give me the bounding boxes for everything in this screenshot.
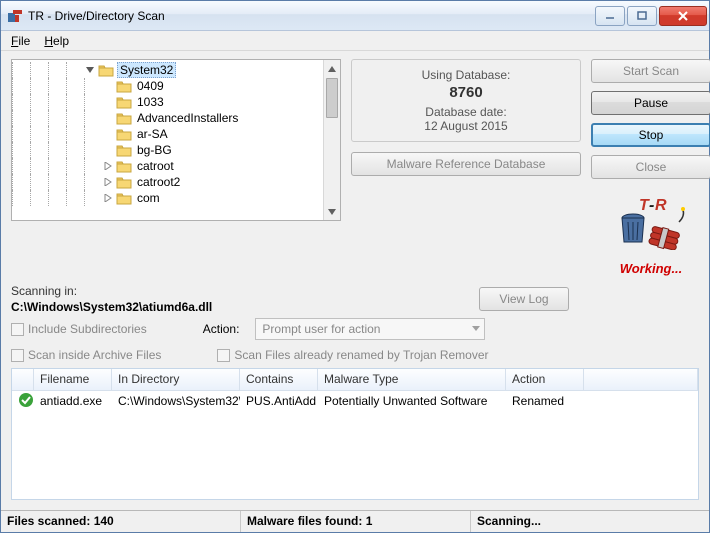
include-subdirs-checkbox: Include Subdirectories xyxy=(11,322,147,336)
chevron-down-icon xyxy=(472,326,480,332)
action-label: Action: xyxy=(203,322,240,336)
tree-item[interactable]: ar-SA xyxy=(12,126,323,142)
stop-button[interactable]: Stop xyxy=(591,123,710,147)
scroll-thumb[interactable] xyxy=(326,78,338,118)
tr-logo-icon: T - R xyxy=(591,195,710,251)
row-status-icon xyxy=(12,390,34,413)
expander-icon[interactable] xyxy=(102,144,114,156)
tree-item[interactable]: catroot2 xyxy=(12,174,323,190)
tree-scrollbar[interactable] xyxy=(323,60,340,220)
scroll-down-icon[interactable] xyxy=(324,203,340,220)
tree-item-label: 0409 xyxy=(135,79,166,93)
app-icon xyxy=(7,8,23,24)
db-number: 8760 xyxy=(356,84,576,101)
col-malware-type[interactable]: Malware Type xyxy=(318,369,506,390)
menubar: File Help xyxy=(1,31,709,51)
scan-archive-checkbox: Scan inside Archive Files xyxy=(11,348,161,362)
directory-tree[interactable]: System320409 1033 AdvancedInstallers ar-SA b… xyxy=(11,59,341,221)
col-directory[interactable]: In Directory xyxy=(112,369,240,390)
status-files-scanned: Files scanned: 140 xyxy=(1,511,241,532)
maximize-button[interactable] xyxy=(627,6,657,26)
start-scan-button: Start Scan xyxy=(591,59,710,83)
tree-item-label: System32 xyxy=(117,62,176,78)
col-action[interactable]: Action xyxy=(506,369,584,390)
col-icon[interactable] xyxy=(12,369,34,390)
expander-icon[interactable] xyxy=(84,64,96,76)
svg-text:-: - xyxy=(649,197,654,214)
tree-item[interactable]: System32 xyxy=(12,62,323,78)
tree-item[interactable]: bg-BG xyxy=(12,142,323,158)
cell-directory: C:\Windows\System32\ xyxy=(112,392,240,410)
pause-button[interactable]: Pause xyxy=(591,91,710,115)
table-header: Filename In Directory Contains Malware T… xyxy=(12,369,698,391)
tree-item-label: AdvancedInstallers xyxy=(135,111,240,125)
statusbar: Files scanned: 140 Malware files found: … xyxy=(1,510,709,532)
svg-text:R: R xyxy=(655,197,667,214)
expander-icon[interactable] xyxy=(102,160,114,172)
scanning-path: C:\Windows\System32\atiumd6a.dll xyxy=(11,300,449,314)
scanning-in-label: Scanning in: xyxy=(11,284,449,298)
tree-item-label: com xyxy=(135,191,162,205)
expander-icon[interactable] xyxy=(102,176,114,188)
window-title: TR - Drive/Directory Scan xyxy=(28,9,595,23)
tree-item[interactable]: com xyxy=(12,190,323,206)
db-date: 12 August 2015 xyxy=(356,119,576,133)
db-date-label: Database date: xyxy=(356,105,576,119)
status-state: Scanning... xyxy=(471,511,709,532)
tree-item-label: catroot2 xyxy=(135,175,182,189)
view-log-button[interactable]: View Log xyxy=(479,287,569,311)
database-info: Using Database: 8760 Database date: 12 A… xyxy=(351,59,581,142)
db-using-label: Using Database: xyxy=(356,68,576,82)
close-button: Close xyxy=(591,155,710,179)
expander-icon[interactable] xyxy=(102,128,114,140)
action-select: Prompt user for action xyxy=(255,318,485,340)
results-table: Filename In Directory Contains Malware T… xyxy=(11,368,699,500)
col-filename[interactable]: Filename xyxy=(34,369,112,390)
tree-item[interactable]: 1033 xyxy=(12,94,323,110)
scan-renamed-checkbox: Scan Files already renamed by Trojan Rem… xyxy=(217,348,488,362)
tree-item-label: ar-SA xyxy=(135,127,170,141)
expander-icon[interactable] xyxy=(102,96,114,108)
tree-item-label: 1033 xyxy=(135,95,166,109)
tree-item[interactable]: catroot xyxy=(12,158,323,174)
cell-contains: PUS.AntiAdd xyxy=(240,392,318,410)
expander-icon[interactable] xyxy=(102,192,114,204)
close-window-button[interactable] xyxy=(659,6,707,26)
status-malware-found: Malware files found: 1 xyxy=(241,511,471,532)
menu-file[interactable]: File xyxy=(5,32,36,50)
cell-filename: antiadd.exe xyxy=(34,392,112,410)
menu-help[interactable]: Help xyxy=(38,32,75,50)
minimize-button[interactable] xyxy=(595,6,625,26)
expander-icon[interactable] xyxy=(102,112,114,124)
cell-type: Potentially Unwanted Software xyxy=(318,392,506,410)
malware-reference-button[interactable]: Malware Reference Database xyxy=(351,152,581,176)
working-label: Working... xyxy=(591,261,710,276)
cell-action: Renamed xyxy=(506,392,584,410)
tree-item[interactable]: 0409 xyxy=(12,78,323,94)
tree-item[interactable]: AdvancedInstallers xyxy=(12,110,323,126)
tree-item-label: catroot xyxy=(135,159,176,173)
col-spacer[interactable] xyxy=(584,369,698,390)
scroll-up-icon[interactable] xyxy=(324,60,340,77)
tree-item-label: bg-BG xyxy=(135,143,174,157)
titlebar: TR - Drive/Directory Scan xyxy=(1,1,709,31)
expander-icon[interactable] xyxy=(102,80,114,92)
table-row[interactable]: antiadd.exeC:\Windows\System32\PUS.AntiA… xyxy=(12,391,698,411)
col-contains[interactable]: Contains xyxy=(240,369,318,390)
